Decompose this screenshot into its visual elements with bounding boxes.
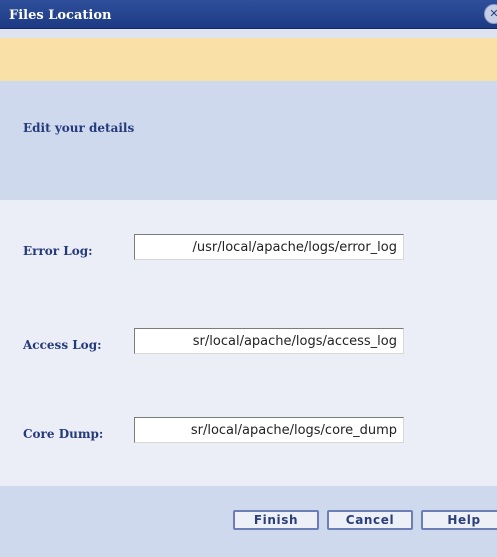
core-dump-row: Core Dump: bbox=[0, 417, 497, 447]
access-log-row: Access Log: bbox=[0, 328, 497, 358]
core-dump-label: Core Dump: bbox=[23, 427, 104, 441]
finish-button[interactable]: Finish bbox=[233, 510, 319, 530]
header-band: Edit your details bbox=[0, 81, 497, 200]
close-icon[interactable]: ✕ bbox=[484, 4, 497, 24]
notice-bar bbox=[0, 38, 497, 81]
error-log-label: Error Log: bbox=[23, 244, 93, 258]
form-area: Error Log: Access Log: Core Dump: bbox=[0, 200, 497, 486]
access-log-input[interactable] bbox=[134, 328, 404, 354]
section-heading: Edit your details bbox=[23, 121, 135, 135]
access-log-label: Access Log: bbox=[23, 338, 102, 352]
window-titlebar: Files Location ✕ bbox=[0, 0, 497, 29]
help-button[interactable]: Help bbox=[421, 510, 497, 530]
window-title: Files Location bbox=[9, 8, 112, 23]
core-dump-input[interactable] bbox=[134, 417, 404, 443]
error-log-row: Error Log: bbox=[0, 234, 497, 264]
error-log-input[interactable] bbox=[134, 234, 404, 260]
button-bar: Finish Cancel Help bbox=[0, 486, 497, 557]
cancel-button[interactable]: Cancel bbox=[327, 510, 413, 530]
